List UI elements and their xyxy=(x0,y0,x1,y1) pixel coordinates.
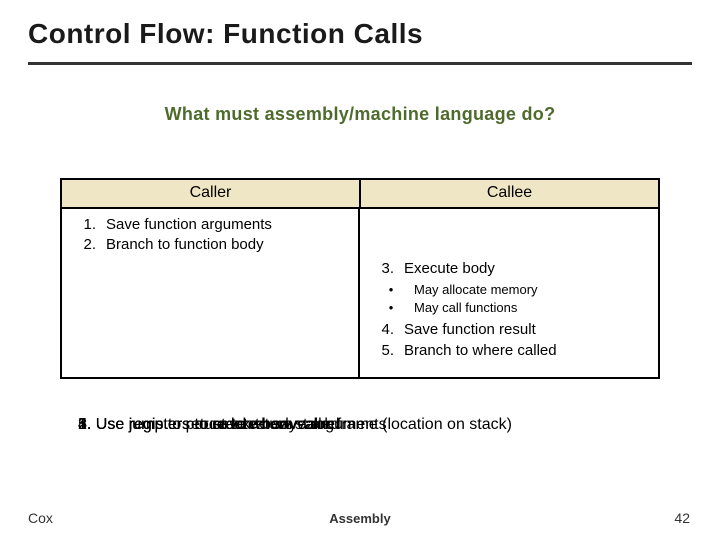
step-text: Branch to function body xyxy=(106,235,350,255)
table-header-callee: Callee xyxy=(361,180,658,209)
step-text: Branch to where called xyxy=(404,341,650,361)
slide-title: Control Flow: Function Calls xyxy=(28,18,423,50)
callee-column: 3. Execute body • May allocate memory • … xyxy=(360,209,658,377)
callee-sub-bullets: • May allocate memory • May call functio… xyxy=(368,281,650,316)
callee-sub-bullet: • May allocate memory xyxy=(368,281,650,299)
bullet-text: May call functions xyxy=(414,299,650,317)
bullet-icon: • xyxy=(368,299,414,317)
caller-callee-table: Caller Callee 1. Save function arguments… xyxy=(60,178,660,379)
slide-subtitle: What must assembly/machine language do? xyxy=(0,104,720,125)
footer-topic: Assembly xyxy=(0,511,720,526)
table-header-row: Caller Callee xyxy=(62,180,658,209)
step-number: 3. xyxy=(368,259,404,279)
bullet-text: May allocate memory xyxy=(414,281,650,299)
callee-step: 4. Save function result xyxy=(368,320,650,340)
step-text: Execute body xyxy=(404,259,650,279)
bullet-icon: • xyxy=(368,281,414,299)
step-text: Save function arguments xyxy=(106,215,350,235)
step-number: 5. xyxy=(368,341,404,361)
table-header-caller: Caller xyxy=(62,180,361,209)
overlap-line: 3. Use registers to create new stack fra… xyxy=(78,416,512,434)
step-number: 4. xyxy=(368,320,404,340)
slide: Control Flow: Function Calls What must a… xyxy=(0,0,720,540)
footer-page-number: 42 xyxy=(674,510,690,526)
title-underline xyxy=(28,62,692,65)
step-text: Save function result xyxy=(404,320,650,340)
step-number: 2. xyxy=(70,235,106,255)
caller-column: 1. Save function arguments 2. Branch to … xyxy=(62,209,360,377)
callee-step: 3. Execute body xyxy=(368,259,650,279)
callee-step: 5. Branch to where called xyxy=(368,341,650,361)
step-number: 1. xyxy=(70,215,106,235)
caller-step: 1. Save function arguments xyxy=(70,215,350,235)
table-body: 1. Save function arguments 2. Branch to … xyxy=(62,209,658,377)
caller-step: 2. Branch to function body xyxy=(70,235,350,255)
overlapping-answer-lines: 1. Use registers or stack to save argume… xyxy=(78,416,678,442)
callee-sub-bullet: • May call functions xyxy=(368,299,650,317)
